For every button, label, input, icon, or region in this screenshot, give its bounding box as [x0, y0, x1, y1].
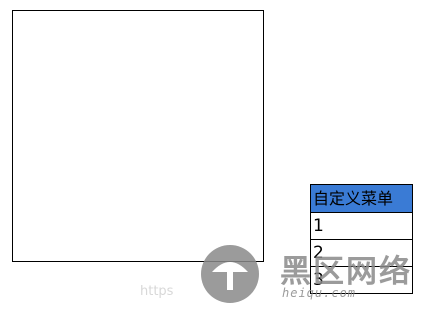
custom-context-menu: 自定义菜单 1 2 3 [310, 184, 413, 294]
menu-item-3[interactable]: 3 [311, 267, 412, 293]
menu-item-2[interactable]: 2 [311, 240, 412, 267]
right-click-area[interactable] [12, 10, 264, 262]
watermark-faint-text: https [140, 284, 174, 299]
menu-item-1[interactable]: 1 [311, 213, 412, 240]
menu-header: 自定义菜单 [311, 185, 412, 213]
